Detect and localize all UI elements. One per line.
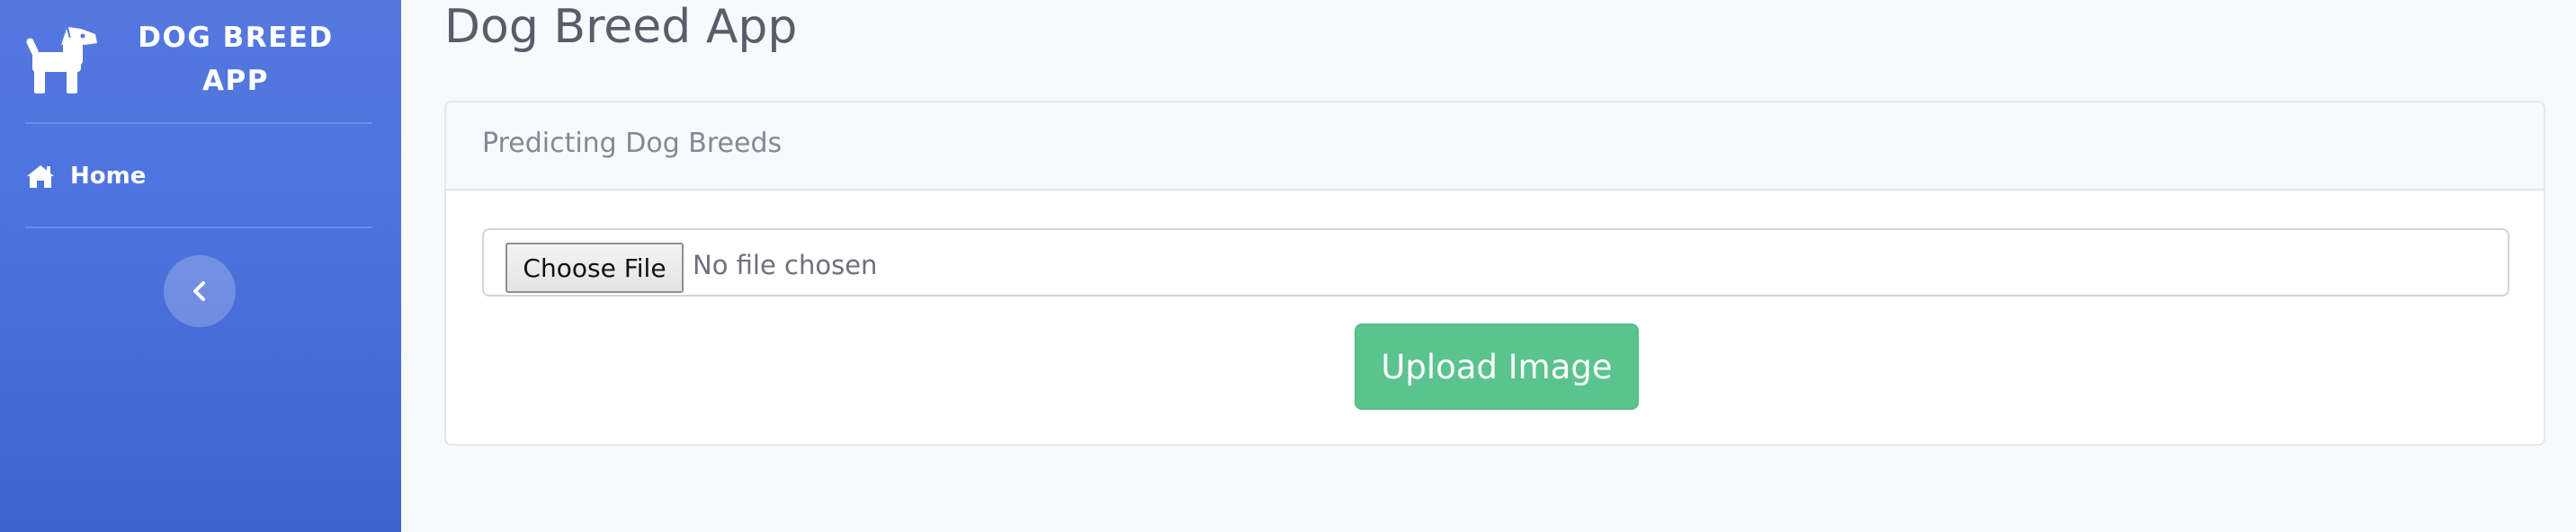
chevron-left-icon: [193, 281, 205, 301]
sidebar-item-label: Home: [70, 163, 147, 190]
dog-icon: [26, 27, 97, 93]
choose-file-button[interactable]: Choose File: [505, 243, 684, 293]
sidebar: DOG BREED APP Home: [0, 0, 401, 532]
sidebar-brand[interactable]: DOG BREED APP: [0, 0, 401, 122]
card-title: Predicting Dog Breeds: [482, 128, 783, 159]
sidebar-divider: [25, 226, 372, 228]
file-status-text: No file chosen: [693, 250, 878, 280]
file-input[interactable]: Choose File No file chosen: [482, 228, 2509, 297]
predict-card: Predicting Dog Breeds Choose File No fil…: [444, 101, 2545, 446]
brand-text: DOG BREED APP: [138, 22, 334, 97]
upload-image-button[interactable]: Upload Image: [1355, 324, 1639, 410]
sidebar-divider: [25, 122, 372, 124]
sidebar-item-home[interactable]: Home: [25, 155, 146, 198]
sidebar-toggle-button[interactable]: [164, 255, 236, 327]
home-icon: [27, 165, 54, 188]
page-title: Dog Breed App: [444, 0, 798, 54]
card-header: Predicting Dog Breeds: [446, 102, 2544, 191]
